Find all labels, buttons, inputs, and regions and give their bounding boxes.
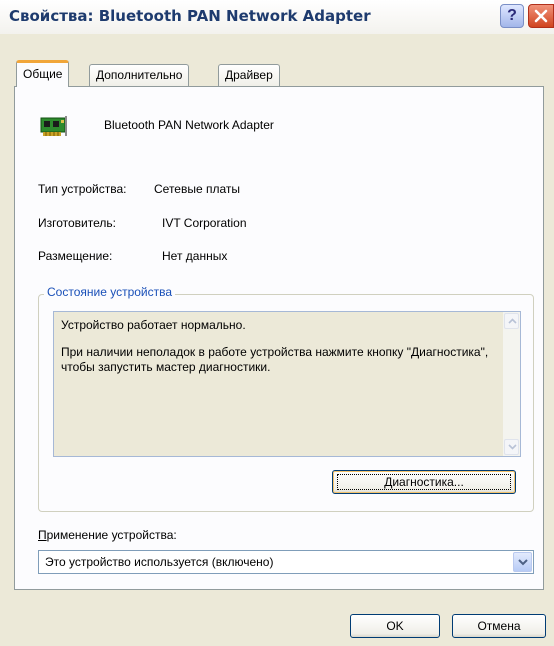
scroll-up-button[interactable]	[504, 313, 519, 329]
location-value: Нет данных	[162, 249, 228, 263]
network-card-icon	[40, 116, 67, 136]
chevron-down-icon	[518, 559, 528, 566]
ok-button[interactable]: OK	[350, 614, 440, 638]
properties-dialog: Свойства: Bluetooth PAN Network Adapter …	[0, 0, 554, 646]
device-name: Bluetooth PAN Network Adapter	[104, 118, 274, 132]
chevron-up-icon	[508, 318, 517, 324]
scroll-down-button[interactable]	[504, 439, 519, 455]
diagnostics-button[interactable]: Диагностика...	[332, 470, 516, 494]
status-line-2: При наличии неполадок в работе устройств…	[61, 345, 489, 374]
device-type-value: Сетевые платы	[154, 182, 241, 196]
device-status-title: Состояние устройства	[44, 285, 176, 299]
status-scrollbar[interactable]	[503, 312, 520, 456]
diagnostics-label: иагностика...	[392, 475, 464, 489]
usage-dropdown-button[interactable]	[513, 552, 532, 572]
device-type-label: Тип устройства:	[38, 182, 127, 196]
usage-select[interactable]: Это устройство используется (включено)	[38, 550, 534, 574]
location-label: Размещение:	[38, 249, 113, 263]
usage-label: Применение устройства:	[38, 528, 177, 542]
chevron-down-icon	[508, 444, 517, 450]
manufacturer-label: Изготовитель:	[38, 216, 116, 230]
manufacturer-value: IVT Corporation	[162, 216, 247, 230]
usage-select-value: Это устройство используется (включено)	[45, 555, 274, 569]
status-line-1: Устройство работает нормально.	[61, 318, 246, 332]
cancel-button[interactable]: Отмена	[452, 614, 546, 638]
device-status-textbox[interactable]: Устройство работает нормально. При налич…	[53, 311, 521, 457]
